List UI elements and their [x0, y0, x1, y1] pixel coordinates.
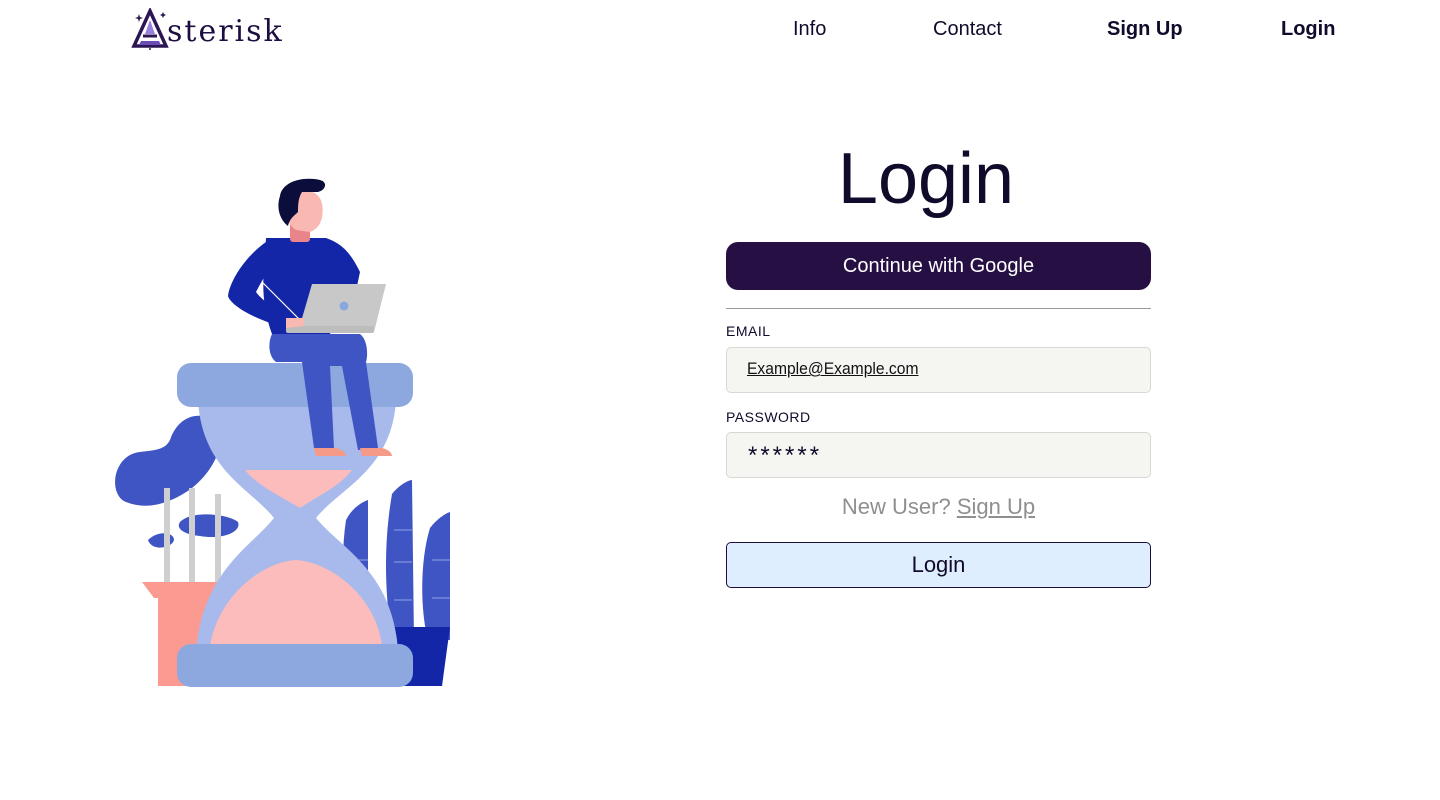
asterisk-logo-icon: [131, 8, 169, 50]
person-shoe: [360, 448, 392, 456]
leaf-shape: [178, 514, 239, 538]
page-title: Login: [837, 139, 1015, 219]
column: [164, 488, 170, 584]
column: [215, 494, 221, 584]
email-field-value: Example@Example.com: [747, 359, 919, 378]
asterisk-logo[interactable]: sterisk: [131, 8, 284, 50]
login-button[interactable]: Login: [726, 542, 1151, 588]
password-label: PASSWORD: [726, 409, 811, 425]
plant-leaf: [422, 512, 450, 640]
column: [189, 488, 195, 584]
nav-contact-link[interactable]: Contact: [933, 17, 1002, 41]
logo-text: sterisk: [167, 14, 284, 49]
nav-login-link[interactable]: Login: [1281, 17, 1335, 41]
email-label: EMAIL: [726, 323, 771, 339]
hourglass-illustration: [115, 178, 450, 687]
form-divider: [726, 308, 1151, 309]
new-user-text: New User?: [841, 494, 951, 519]
hourglass-bottom-cap: [177, 644, 413, 687]
password-field[interactable]: ******: [726, 432, 1151, 478]
nav-signup-link[interactable]: Sign Up: [1107, 17, 1183, 41]
nav-info-link[interactable]: Info: [793, 17, 826, 41]
laptop-base: [286, 326, 374, 333]
signup-link[interactable]: Sign Up: [957, 494, 1035, 519]
hourglass-top-cap: [177, 363, 413, 407]
leaf-shape: [148, 533, 174, 548]
password-field-value: ******: [748, 442, 823, 469]
continue-with-google-button[interactable]: Continue with Google: [726, 242, 1151, 290]
new-user-prompt: New User? Sign Up: [726, 494, 1151, 520]
email-field[interactable]: Example@Example.com: [726, 347, 1151, 393]
